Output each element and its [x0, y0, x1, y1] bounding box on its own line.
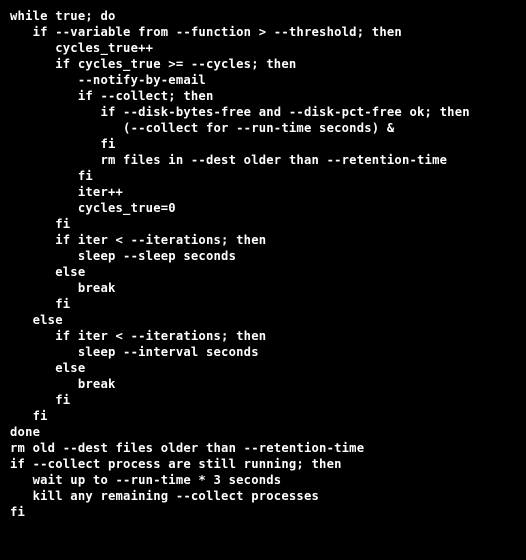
code-line: fi [10, 136, 516, 152]
code-line: else [10, 264, 516, 280]
code-line: sleep --sleep seconds [10, 248, 516, 264]
code-line: if --variable from --function > --thresh… [10, 24, 516, 40]
code-line: else [10, 312, 516, 328]
code-line: (--collect for --run-time seconds) & [10, 120, 516, 136]
code-line: cycles_true++ [10, 40, 516, 56]
code-line: if --disk-bytes-free and --disk-pct-free… [10, 104, 516, 120]
code-line: --notify-by-email [10, 72, 516, 88]
code-line: done [10, 424, 516, 440]
code-line: if --collect; then [10, 88, 516, 104]
code-line: rm files in --dest older than --retentio… [10, 152, 516, 168]
code-line: else [10, 360, 516, 376]
code-line: break [10, 376, 516, 392]
code-line: fi [10, 168, 516, 184]
code-line: break [10, 280, 516, 296]
code-line: if --collect process are still running; … [10, 456, 516, 472]
code-line: fi [10, 216, 516, 232]
code-line: if iter < --iterations; then [10, 232, 516, 248]
code-line: if cycles_true >= --cycles; then [10, 56, 516, 72]
code-line: sleep --interval seconds [10, 344, 516, 360]
code-block: while true; do if --variable from --func… [0, 0, 526, 528]
code-line: fi [10, 408, 516, 424]
code-line: rm old --dest files older than --retenti… [10, 440, 516, 456]
code-line: kill any remaining --collect processes [10, 488, 516, 504]
code-line: fi [10, 296, 516, 312]
code-line: fi [10, 504, 516, 520]
code-line: wait up to --run-time * 3 seconds [10, 472, 516, 488]
code-line: while true; do [10, 8, 516, 24]
code-line: cycles_true=0 [10, 200, 516, 216]
code-line: iter++ [10, 184, 516, 200]
code-line: fi [10, 392, 516, 408]
code-line: if iter < --iterations; then [10, 328, 516, 344]
